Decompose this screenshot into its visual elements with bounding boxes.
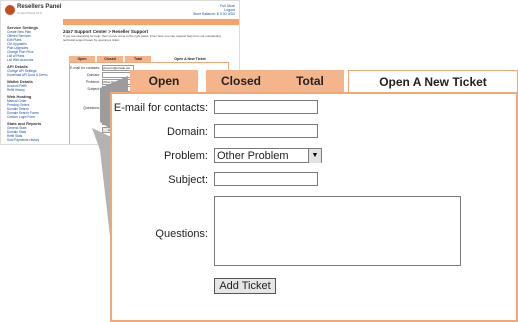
questions-label: Questions:: [155, 228, 208, 240]
tab-total[interactable]: Total: [276, 70, 344, 92]
ticket-form-panel: E-mail for contacts: Domain: Problem: Ot…: [110, 92, 518, 322]
tab-open[interactable]: Open: [130, 70, 198, 92]
tab-closed[interactable]: Closed: [206, 70, 276, 92]
domain-label: Domain:: [167, 126, 208, 138]
add-ticket-button[interactable]: Add Ticket: [214, 278, 276, 294]
problem-label: Problem:: [163, 150, 208, 162]
tab-open-new-ticket[interactable]: Open A New Ticket: [348, 70, 518, 93]
chevron-down-icon[interactable]: ▼: [308, 149, 321, 163]
domain-input[interactable]: [214, 124, 318, 138]
subject-label: Subject:: [168, 174, 208, 186]
email-label: E-mail for contacts:: [113, 102, 208, 114]
questions-textarea[interactable]: [214, 196, 461, 266]
problem-select[interactable]: Other Problem ▼: [214, 148, 322, 163]
email-input[interactable]: [214, 100, 318, 114]
subject-input[interactable]: [214, 172, 318, 186]
problem-select-value: Other Problem: [217, 150, 289, 162]
zoomed-ticket-form: Open Closed Total Open A New Ticket E-ma…: [110, 70, 518, 322]
